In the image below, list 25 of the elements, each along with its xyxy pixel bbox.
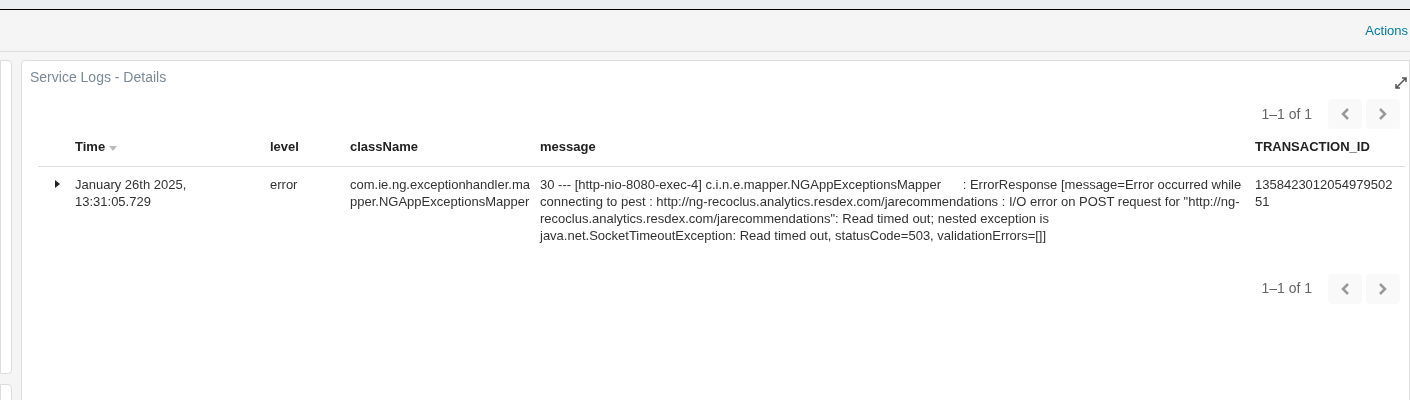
column-header[interactable]: Time <box>75 137 106 157</box>
column-header[interactable]: level <box>270 137 299 157</box>
chevron-right-icon <box>1378 107 1388 121</box>
table-cell-text: 135842301205497950251 <box>1255 175 1394 210</box>
actions-link[interactable]: Actions <box>1365 20 1410 41</box>
previous-page-button[interactable] <box>1328 99 1362 129</box>
table-cell-text: com.ie.ng.exceptionhandler.mapper.NGAppExceptionsMapper <box>350 175 531 210</box>
expand-icon[interactable] <box>1395 77 1407 89</box>
column-header[interactable]: className <box>350 137 418 157</box>
previous-page-button[interactable] <box>1328 273 1362 304</box>
column-header[interactable]: message <box>540 137 596 157</box>
panel-title: Service Logs - Details <box>30 68 167 87</box>
pagination-range: 1–1 of 1 <box>1261 104 1312 124</box>
table-cell-text: January 26th 2025, 13:31:05.729 <box>75 175 188 210</box>
chevron-left-icon <box>1340 107 1350 121</box>
chevron-left-icon <box>1340 281 1350 296</box>
column-header[interactable]: TRANSACTION_ID <box>1255 137 1370 157</box>
sort-caret-icon[interactable] <box>109 146 118 152</box>
chevron-right-icon <box>1378 281 1388 296</box>
next-page-button[interactable] <box>1366 99 1400 129</box>
pagination-range: 1–1 of 1 <box>1261 279 1312 298</box>
caret-right-icon[interactable] <box>53 179 60 188</box>
table-cell-text: 30 --- [http-nio-8080-exec-4] c.i.n.e.mapper.NGAppExceptionsMapper : ErrorResponse [message=Error occurred while connecting to pest : http://ng-recoclus.analytics.resdex.com/jarecommendations : I/O error on POST request for "http://ng-recoclus.analytics.resdex.com/jarecommendations": Read timed out; nested exception is java.net.SocketTimeoutException: Read timed out, statusCode=503, validationErrors=[]] <box>540 175 1243 244</box>
table-cell-text: error <box>270 175 299 193</box>
next-page-button[interactable] <box>1366 273 1400 304</box>
